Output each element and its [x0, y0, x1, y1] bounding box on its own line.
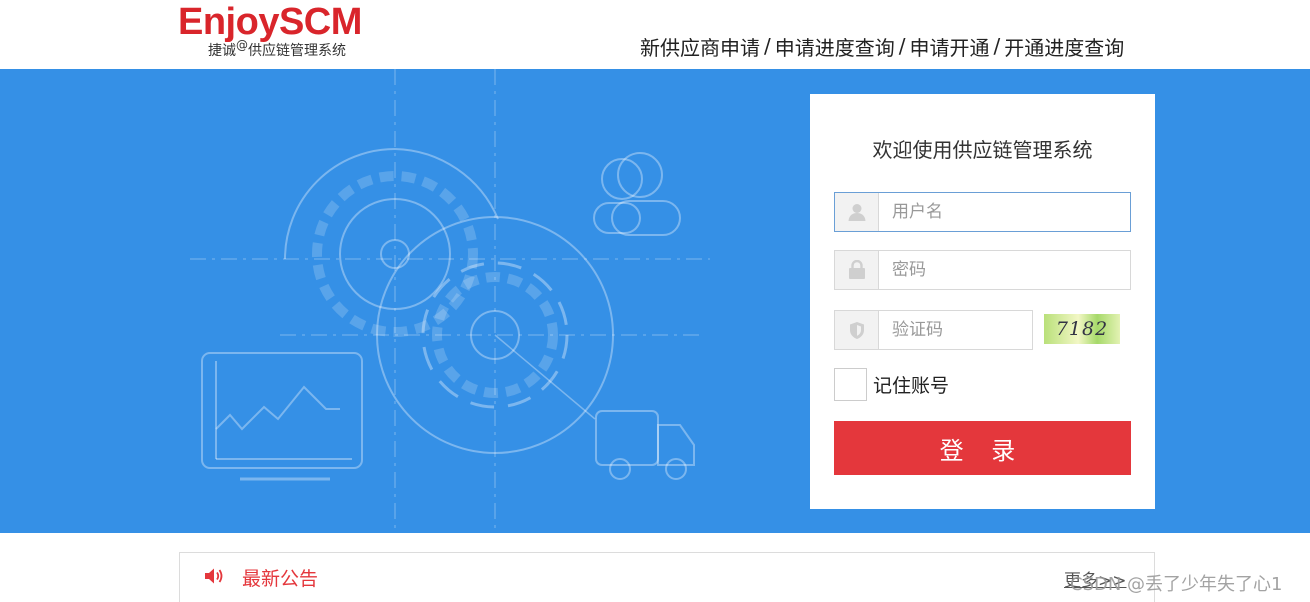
- username-input[interactable]: [880, 193, 1130, 231]
- password-field: [834, 250, 1131, 290]
- nav-apply-progress[interactable]: 申请进度查询: [775, 32, 895, 61]
- remember-label: 记住账号: [873, 375, 950, 397]
- nav-separator: /: [764, 34, 771, 58]
- nav-activation-progress[interactable]: 开通进度查询: [1004, 32, 1124, 61]
- captcha-image[interactable]: 7182: [1044, 314, 1120, 344]
- nav-separator: /: [898, 34, 906, 58]
- logo[interactable]: EnjoySCM 捷诚@供应链管理系统: [178, 0, 368, 66]
- top-nav: 新供应商申请 / 申请进度查询 / 申请开通 / 开通进度查询: [640, 32, 1124, 60]
- password-input[interactable]: [880, 251, 1130, 289]
- logo-sub-left: 捷诚: [208, 43, 236, 59]
- nav-new-supplier-apply[interactable]: 新供应商申请: [640, 32, 760, 61]
- logo-sub-right: 供应链管理系统: [248, 43, 346, 59]
- banner-illustration: [190, 69, 710, 533]
- logo-sub-at: @: [236, 38, 248, 52]
- watermark: CSDN @丢了少年失了心1: [1070, 574, 1283, 595]
- hero-banner: 欢迎使用供应链管理系统 7182 记住账号 登 录: [0, 69, 1310, 533]
- login-title: 欢迎使用供应链管理系统: [872, 138, 1093, 162]
- lock-icon: [835, 251, 879, 289]
- nav-separator: /: [993, 34, 1001, 58]
- captcha-field: [834, 310, 1033, 350]
- header: EnjoySCM 捷诚@供应链管理系统 新供应商申请 / 申请进度查询 / 申请…: [0, 0, 1310, 69]
- login-button[interactable]: 登 录: [834, 421, 1131, 475]
- login-panel: 欢迎使用供应链管理系统 7182 记住账号 登 录: [810, 94, 1155, 509]
- logo-wordmark: EnjoySCM: [178, 1, 362, 43]
- remember-checkbox[interactable]: [834, 368, 867, 401]
- shield-icon: [835, 311, 879, 349]
- notice-bar: 最新公告 更多>>: [179, 552, 1155, 602]
- speaker-icon: [204, 567, 226, 585]
- notice-title: 最新公告: [242, 568, 319, 590]
- logo-subtitle: 捷诚@供应链管理系统: [208, 38, 346, 60]
- nav-apply-activation[interactable]: 申请开通: [910, 32, 990, 61]
- remember-account[interactable]: 记住账号: [834, 368, 949, 401]
- username-field: [834, 192, 1131, 232]
- captcha-input[interactable]: [880, 311, 1030, 349]
- user-icon: [835, 193, 879, 231]
